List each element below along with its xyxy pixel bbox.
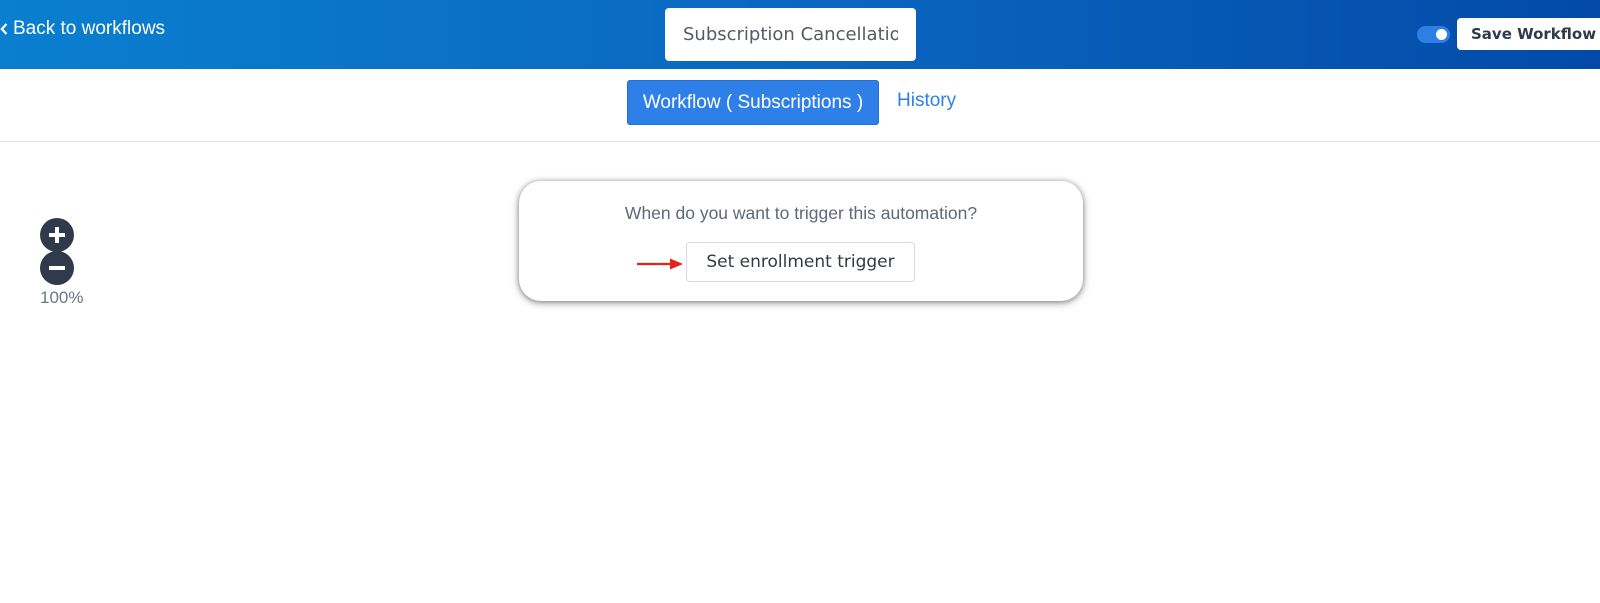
plus-icon — [49, 227, 65, 243]
toggle-knob — [1436, 29, 1447, 40]
trigger-card: When do you want to trigger this automat… — [519, 181, 1083, 301]
back-link-label: Back to workflows — [13, 18, 166, 39]
trigger-question: When do you want to trigger this automat… — [624, 203, 978, 223]
tab-workflow[interactable]: Workflow ( Subscriptions ) — [627, 80, 879, 125]
workflow-name-input[interactable] — [665, 8, 916, 61]
workflow-active-toggle[interactable] — [1417, 26, 1450, 43]
zoom-out-button[interactable] — [40, 251, 74, 285]
back-to-workflows-link[interactable]: Back to workflows — [0, 18, 165, 40]
tab-bar: Workflow ( Subscriptions ) History — [0, 69, 1600, 142]
tab-history[interactable]: History — [897, 90, 956, 112]
save-workflow-button[interactable]: Save Workflow — [1457, 18, 1600, 50]
zoom-in-button[interactable] — [40, 218, 74, 252]
chevron-left-icon — [0, 23, 8, 35]
red-arrow-icon — [637, 258, 683, 270]
set-enrollment-trigger-button[interactable]: Set enrollment trigger — [686, 242, 915, 282]
zoom-level-label: 100% — [40, 288, 84, 307]
minus-icon — [49, 266, 65, 270]
top-header-bar: Back to workflows Save Workflow — [0, 0, 1600, 69]
